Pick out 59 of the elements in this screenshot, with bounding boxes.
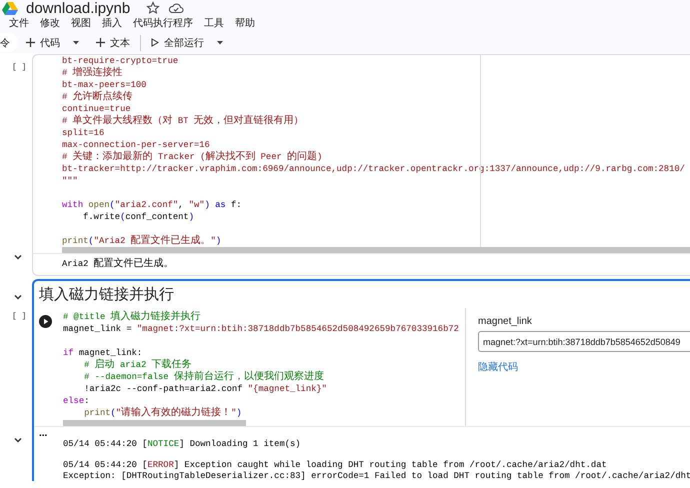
- code-line: # @title 填入磁力链接并执行: [63, 311, 202, 323]
- code-line: f.write(conf_content): [82, 211, 195, 223]
- code-line: continue=true: [62, 103, 132, 114]
- cloud-icon: [168, 2, 184, 14]
- code-line: with open("aria2.conf", "w") as f:: [62, 199, 243, 211]
- horizontal-scrollbar[interactable]: [63, 420, 246, 426]
- menu-item[interactable]: 视图: [71, 16, 91, 30]
- code-line: print("Aria2 配置文件已生成。"): [62, 235, 222, 247]
- menu-item[interactable]: 文件: [9, 16, 29, 30]
- menu-item[interactable]: 帮助: [235, 16, 255, 30]
- code-line: !aria2c --conf-path=aria2.conf "{magnet_link}": [83, 383, 328, 395]
- menu-item[interactable]: 工具: [204, 16, 224, 30]
- hide-code-link[interactable]: 隐藏代码: [478, 360, 518, 374]
- command-button[interactable]: 令: [0, 33, 18, 52]
- code-line: split=16: [62, 127, 106, 139]
- caret-icon[interactable]: [216, 40, 224, 45]
- code-line: bt-max-peers=100: [62, 79, 148, 90]
- log-line: 05/14 05:44:20 [ERROR] Exception caught while loading DHT routing table from /root/.cache/aria2/dht.dat: [63, 460, 608, 470]
- plus-icon: [96, 38, 105, 47]
- output-text: Aria2 配置文件已生成。: [62, 258, 174, 270]
- log-line: 05/14 05:44:20 [NOTICE] Downloading 1 item(s): [63, 439, 302, 450]
- code-line: # 关键：添加最新的 Tracker (解决找不到 Peer 的问题): [62, 151, 324, 163]
- horizontal-scrollbar[interactable]: [62, 247, 690, 253]
- code-line: else:: [63, 395, 90, 407]
- menu-item[interactable]: 代码执行程序: [133, 16, 193, 30]
- code-line: # 单文件最大线程数（对 BT 无效，但对直链很有用）: [62, 115, 305, 127]
- chevron-icon[interactable]: [13, 435, 23, 445]
- plus-icon: [26, 38, 35, 47]
- star-icon[interactable]: [146, 1, 160, 15]
- run-cell-button[interactable]: [ ]: [12, 312, 26, 321]
- caret-icon[interactable]: [72, 40, 80, 45]
- input-field[interactable]: magnet:?xt=urn:btih:38718ddb7b5854652d50849: [478, 331, 690, 352]
- play-icon: [151, 38, 159, 47]
- toolbar-button[interactable]: 代码: [20, 33, 66, 52]
- toolbar-button[interactable]: 全部运行: [145, 33, 210, 52]
- code-line: # --daemon=false 保持前台运行，以便我们观察进度: [83, 371, 325, 383]
- notebook-title[interactable]: download.ipynb: [26, 0, 130, 16]
- code-line: magnet_link = "magnet:?xt=urn:btih:38718ddb7b5854652d508492659b767033916b72: [63, 323, 460, 335]
- code-line: print("请输入有效的磁力链接！"): [83, 407, 243, 419]
- menu-item[interactable]: 修改: [40, 16, 60, 30]
- code-line: # 启动 aria2 下载任务: [83, 359, 193, 370]
- code-line: bt-require-crypto=true: [62, 55, 180, 66]
- drive-logo-icon: [2, 1, 18, 15]
- output-status: ...: [38, 430, 48, 439]
- code-line: # 允许断点续传: [62, 91, 134, 103]
- code-line: bt-tracker=http://tracker.vraphim.com:6969/announce,udp://tracker.opentrackr.org:1337/announce,udp://9.rarbg.com:2810/: [62, 163, 686, 175]
- chevron-icon[interactable]: [13, 292, 23, 302]
- run-cell-button[interactable]: [ ]: [12, 63, 26, 72]
- section-title: 填入磁力链接并执行: [38, 285, 175, 305]
- code-line: """: [62, 175, 79, 187]
- code-line: # 增强连接性: [62, 67, 124, 79]
- toolbar-button[interactable]: 文本: [90, 33, 136, 52]
- menu-item[interactable]: 插入: [102, 16, 122, 30]
- play-icon[interactable]: [39, 315, 52, 328]
- chevron-icon[interactable]: [13, 252, 23, 262]
- log-line: Exception: [DHTRoutingTableDeserializer.cc:83] errorCode=1 Failed to load DHT routing table from /root/.cache/aria2/dht: [63, 470, 690, 481]
- code-line: if magnet_link:: [63, 347, 144, 358]
- code-line: max-connection-per-server=16: [62, 139, 211, 150]
- field-label: magnet_link: [478, 316, 533, 327]
